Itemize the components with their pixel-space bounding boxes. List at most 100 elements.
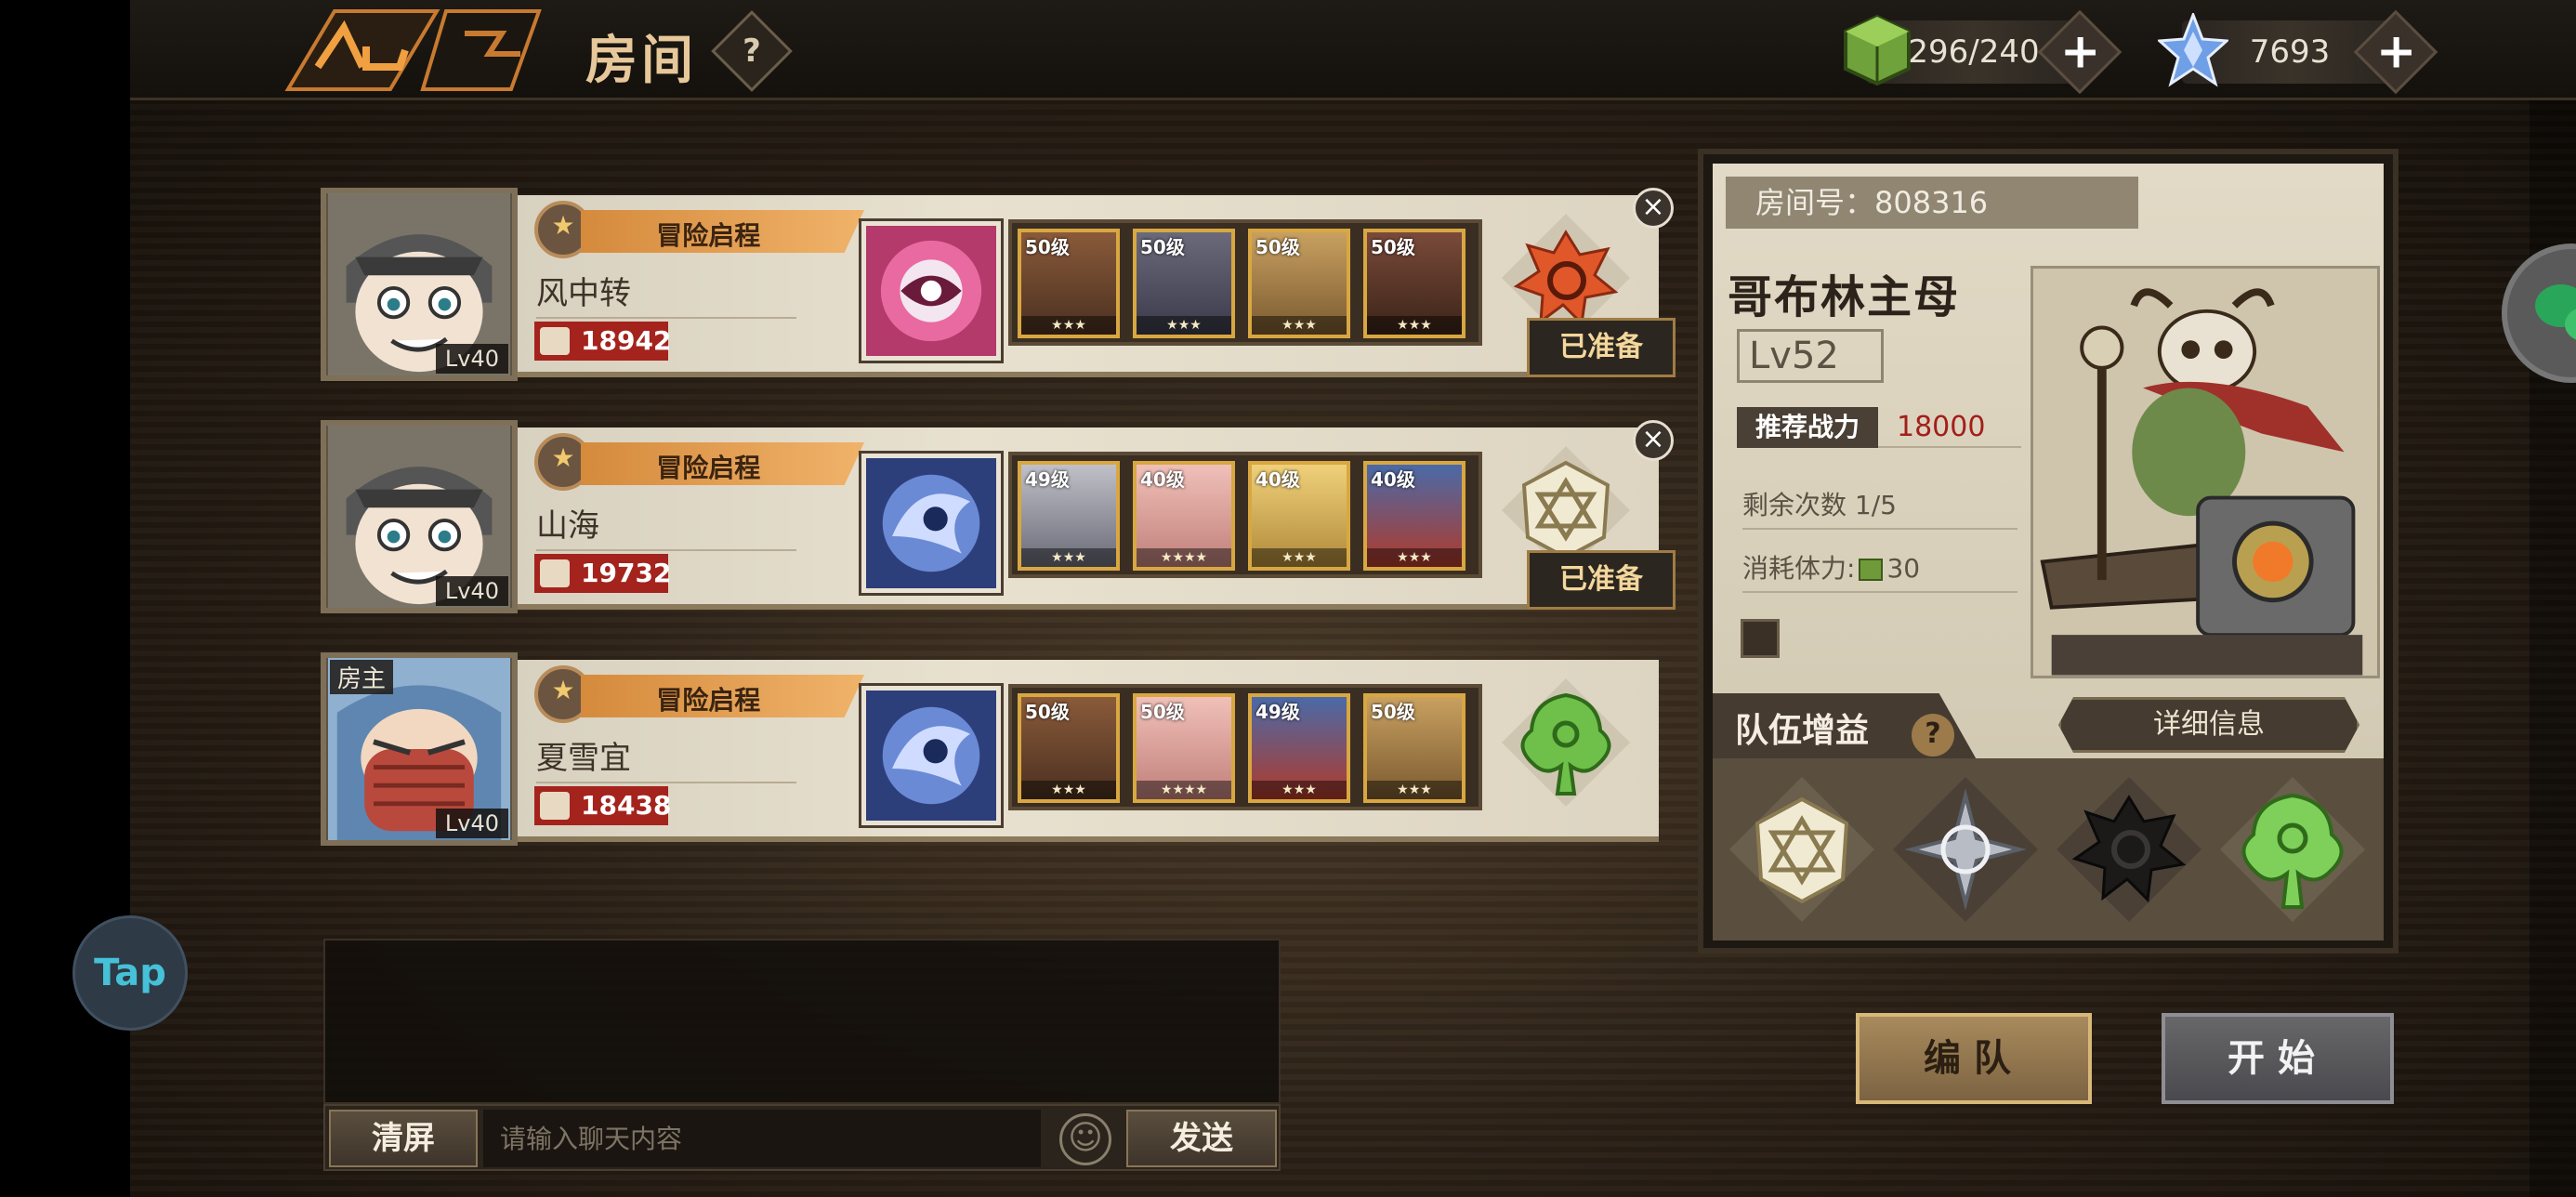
hero-level: 49级 xyxy=(1025,468,1070,491)
badge-label: 冒险启程 xyxy=(656,453,761,483)
chat-input[interactable] xyxy=(483,1110,1041,1167)
send-button[interactable]: 发送 xyxy=(1126,1110,1277,1167)
wind-buff-icon[interactable] xyxy=(1887,771,2044,927)
hero-slot[interactable]: 40级 ★★★ xyxy=(1363,461,1465,571)
title-badge: 冒险启程 xyxy=(534,201,869,258)
recommended-power-label: 推荐战力 xyxy=(1737,407,1878,448)
player-level: Lv40 xyxy=(435,576,508,606)
room-info-panel: 房间号：808316 哥布林主母 Lv52 推荐战力 18000 剩余次数 1/… xyxy=(1698,149,2399,954)
player-card-1: Lv40 冒险启程 风中转 18942 50级 ★★★ 50级 ★★★ 50级 ★★★… xyxy=(321,188,1676,381)
boss-level: Lv52 xyxy=(1737,329,1884,383)
question-icon: ? xyxy=(743,33,761,70)
room-number: 房间号：808316 xyxy=(1726,177,2138,229)
title-badge: 冒险启程 xyxy=(534,665,869,723)
player-name: 山海 xyxy=(536,500,796,551)
avatar[interactable]: 房主 Lv40 xyxy=(321,652,518,846)
hero-stars: ★★★ xyxy=(1367,548,1462,567)
start-button[interactable]: 开始 xyxy=(2162,1013,2394,1104)
player-card-2: Lv40 冒险启程 山海 19732 49级 ★★★ 40级 ★★★★ 40级 ★★★… xyxy=(321,420,1676,613)
boss-portrait[interactable] xyxy=(2031,266,2380,678)
plus-icon: + xyxy=(2375,23,2417,80)
badge-label: 冒险启程 xyxy=(656,220,761,251)
hero-level: 50级 xyxy=(1371,701,1415,723)
right-edge xyxy=(2530,0,2576,1197)
pet-portrait[interactable] xyxy=(861,454,1001,593)
boss-name: 哥布林主母 xyxy=(1728,271,1961,323)
hero-level: 40级 xyxy=(1140,468,1185,491)
help-button[interactable]: ? xyxy=(711,10,793,92)
stamina-cost-label: 消耗体力: xyxy=(1742,553,1856,584)
badge-label: 冒险启程 xyxy=(656,685,761,716)
hero-level: 50级 xyxy=(1140,701,1185,723)
hero-level: 49级 xyxy=(1255,701,1300,723)
hero-slot[interactable]: 50级 ★★★ xyxy=(1248,229,1350,338)
hero-slot[interactable]: 40级 ★★★ xyxy=(1248,461,1350,571)
game-logo-icon xyxy=(284,9,542,91)
buff-help-button[interactable]: ? xyxy=(1912,714,1954,756)
hero-stars: ★★★ xyxy=(1137,316,1231,335)
hero-slot[interactable]: 50级 ★★★ xyxy=(1363,229,1465,338)
auto-checkbox[interactable] xyxy=(1741,619,1780,658)
hero-stars: ★★★ xyxy=(1252,316,1347,335)
badge-ribbon: 冒险启程 xyxy=(581,210,864,253)
title-badge: 冒险启程 xyxy=(534,433,869,491)
stamina-cost: 消耗体力: 30 xyxy=(1742,548,2017,593)
hero-level: 40级 xyxy=(1371,468,1415,491)
hero-slot[interactable]: 50级 ★★★ xyxy=(1018,229,1120,338)
stamina-resource: 296/240 + xyxy=(1844,9,2123,95)
hero-level: 50级 xyxy=(1255,236,1300,258)
chat-input-bar: 清屏 ☺ 发送 xyxy=(323,1104,1281,1171)
remaining-attempts: 剩余次数 1/5 xyxy=(1742,485,2017,530)
plus-icon: + xyxy=(2059,23,2101,80)
hero-stars: ★★★ xyxy=(1021,548,1116,567)
hero-slot[interactable]: 50级 ★★★ xyxy=(1133,229,1235,338)
hero-level: 50级 xyxy=(1025,701,1070,723)
emoji-icon[interactable]: ☺ xyxy=(1059,1113,1111,1165)
nature-buff-icon[interactable] xyxy=(2215,771,2371,927)
player-card-3: 房主 Lv40 冒险启程 夏雪宜 18438 50级 ★★★ 50级 ★★★★ 49… xyxy=(321,652,1663,846)
player-level: Lv40 xyxy=(435,809,508,838)
team-formation-button[interactable]: 编队 xyxy=(1856,1013,2092,1104)
hero-slot[interactable]: 50级 ★★★ xyxy=(1363,693,1465,803)
hero-stars: ★★★ xyxy=(1367,316,1462,335)
hero-slot[interactable]: 40级 ★★★★ xyxy=(1133,461,1235,571)
hero-stars: ★★★ xyxy=(1021,781,1116,799)
hero-level: 40级 xyxy=(1255,468,1300,491)
stamina-icon xyxy=(1859,559,1884,581)
gem-resource: 7693 + xyxy=(2158,9,2438,95)
details-button[interactable]: 详细信息 xyxy=(2058,697,2359,753)
ready-status: 已准备 xyxy=(1527,318,1676,377)
chat-history[interactable] xyxy=(323,939,1281,1104)
badge-ribbon: 冒险启程 xyxy=(581,442,864,485)
player-level: Lv40 xyxy=(435,344,508,374)
hero-slot[interactable]: 50级 ★★★★ xyxy=(1133,693,1235,803)
kick-player-button[interactable]: × xyxy=(1633,188,1674,229)
hero-level: 50级 xyxy=(1025,236,1070,258)
clear-chat-button[interactable]: 清屏 xyxy=(329,1110,478,1167)
taptap-floating-button[interactable]: Tap xyxy=(72,915,188,1031)
combat-power: 18438 xyxy=(534,786,671,825)
light-buff-icon[interactable] xyxy=(1724,771,1880,927)
hero-slot[interactable]: 49级 ★★★ xyxy=(1018,461,1120,571)
nature-element-icon xyxy=(1502,678,1630,807)
hero-stars: ★★★ xyxy=(1367,781,1462,799)
boss-info: 房间号：808316 哥布林主母 Lv52 推荐战力 18000 剩余次数 1/… xyxy=(1713,164,2384,770)
pet-portrait[interactable] xyxy=(861,221,1001,361)
dark-buff-icon[interactable] xyxy=(2051,771,2207,927)
team-buffs xyxy=(1713,758,2384,940)
host-tag: 房主 xyxy=(330,660,394,694)
avatar[interactable]: Lv40 xyxy=(321,188,518,381)
hero-slot[interactable]: 49级 ★★★ xyxy=(1248,693,1350,803)
hero-level: 50级 xyxy=(1140,236,1185,258)
kick-player-button[interactable]: × xyxy=(1633,420,1674,461)
pet-portrait[interactable] xyxy=(861,686,1001,825)
avatar[interactable]: Lv40 xyxy=(321,420,518,613)
hero-slot[interactable]: 50级 ★★★ xyxy=(1018,693,1120,803)
hero-stars: ★★★ xyxy=(1021,316,1116,335)
page-title: 房间 xyxy=(585,31,697,91)
hero-stars: ★★★★ xyxy=(1137,548,1231,567)
hero-stars: ★★★★ xyxy=(1137,781,1231,799)
hero-lineup: 50级 ★★★ 50级 ★★★ 50级 ★★★ 50级 ★★★ xyxy=(1008,219,1482,346)
hero-level: 50级 xyxy=(1371,236,1415,258)
combat-power: 19732 xyxy=(534,554,671,593)
